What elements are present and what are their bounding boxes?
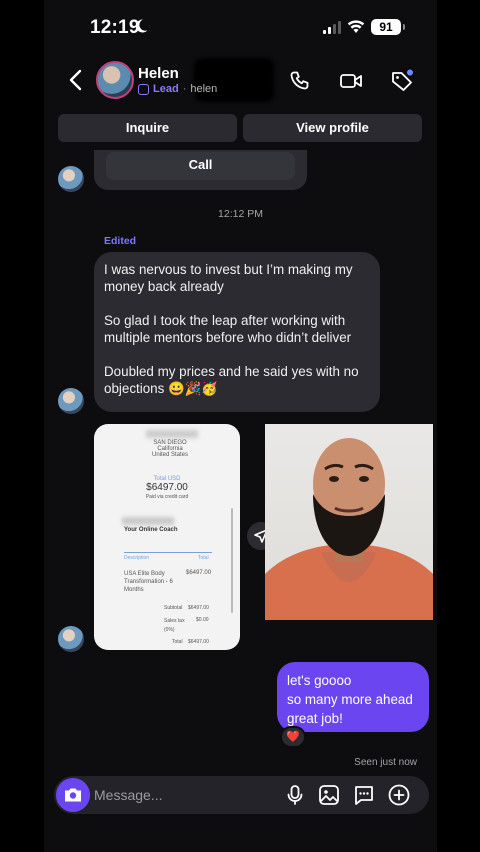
outgoing-message-bubble[interactable]: let's goooo so many more ahead great job… [277, 662, 429, 732]
receipt-image[interactable]: SAN DIEGO California United States Total… [94, 424, 240, 650]
receipt-divider [124, 552, 212, 553]
receipt-tax: $0.00 [196, 617, 209, 623]
message-composer[interactable]: Message... [54, 776, 429, 814]
receipt-tax-label: Sales tax (0%) [164, 618, 185, 633]
receipt-subtotal: $6497.00 [188, 605, 209, 611]
outgoing-line: so many more ahead [287, 692, 413, 707]
signal-icon [323, 21, 341, 34]
microphone-icon[interactable] [283, 783, 307, 807]
receipt-col-description: Description [124, 555, 150, 561]
message-paragraph: I was nervous to invest but I’m making m… [104, 262, 353, 294]
separator-dot: · [182, 83, 187, 95]
blurred-text [122, 517, 174, 525]
edited-label: Edited [104, 235, 137, 247]
outgoing-line: great job! [287, 711, 343, 726]
outgoing-line: let's goooo [287, 673, 352, 688]
status-bar: 12:19 91 [44, 0, 437, 58]
person-figure [265, 438, 433, 620]
chat-screen: 12:19 91 Helen Lead · helen Inquire View… [44, 0, 437, 852]
receipt-total-row-label: Total [172, 639, 183, 645]
receipt-payee: Your Online Coach [124, 527, 178, 533]
video-call-icon[interactable] [339, 69, 363, 93]
chat-header: Helen Lead · helen [44, 58, 437, 110]
lead-badge: Lead [153, 83, 179, 95]
contact-handle: helen [190, 83, 218, 95]
sender-avatar [58, 388, 84, 414]
message-timestamp: 12:12 PM [218, 208, 263, 220]
phone-call-icon[interactable] [289, 69, 313, 93]
camera-icon[interactable] [56, 778, 90, 812]
card-call-button[interactable]: Call [106, 152, 295, 180]
receipt-paid-via: Paid via credit card [145, 494, 189, 500]
gallery-icon[interactable] [317, 783, 341, 807]
sender-avatar [58, 626, 84, 652]
message-input[interactable]: Message... [94, 787, 162, 803]
message-paragraph: Doubled my prices and he said yes with n… [104, 364, 359, 396]
left-black-border [0, 0, 44, 852]
view-profile-button[interactable]: View profile [243, 114, 422, 142]
heart-reaction[interactable]: ❤️ [280, 726, 306, 748]
contact-name[interactable]: Helen [138, 65, 179, 82]
video-overlay [265, 424, 433, 620]
tag-label-icon[interactable] [390, 69, 414, 93]
wifi-icon [347, 20, 365, 33]
add-plus-icon[interactable] [387, 783, 411, 807]
receipt-item-price: $6497.00 [186, 570, 212, 576]
message-paragraph: So glad I took the leap after working wi… [104, 313, 352, 345]
lead-tag-icon [138, 83, 149, 95]
receipt-amount: $6497.00 [146, 482, 188, 493]
seen-status: Seen just now [354, 757, 417, 768]
call-card: Call [94, 150, 307, 190]
battery-indicator: 91 [371, 19, 405, 35]
sticker-message-icon[interactable] [352, 783, 376, 807]
right-black-border [437, 0, 480, 852]
redaction-mark [194, 58, 274, 102]
contact-subline: Lead · helen [138, 83, 217, 95]
incoming-message-bubble[interactable]: I was nervous to invest but I’m making m… [94, 252, 380, 412]
receipt-subtotal-label: Subtotal [164, 605, 183, 611]
blurred-text [146, 430, 198, 438]
inquire-button[interactable]: Inquire [58, 114, 237, 142]
sender-avatar [58, 166, 84, 192]
receipt-scrollbar [231, 508, 233, 613]
moon-icon [136, 19, 148, 33]
back-arrow-icon[interactable] [66, 68, 86, 92]
receipt-col-total: Total [198, 555, 209, 561]
receipt-item: USA Elite Body Transformation - 6 Months [124, 571, 173, 593]
receipt-address: SAN DIEGO California United States [151, 440, 189, 458]
contact-avatar[interactable] [96, 61, 134, 99]
receipt-total-row: $6497.00 [188, 639, 209, 645]
